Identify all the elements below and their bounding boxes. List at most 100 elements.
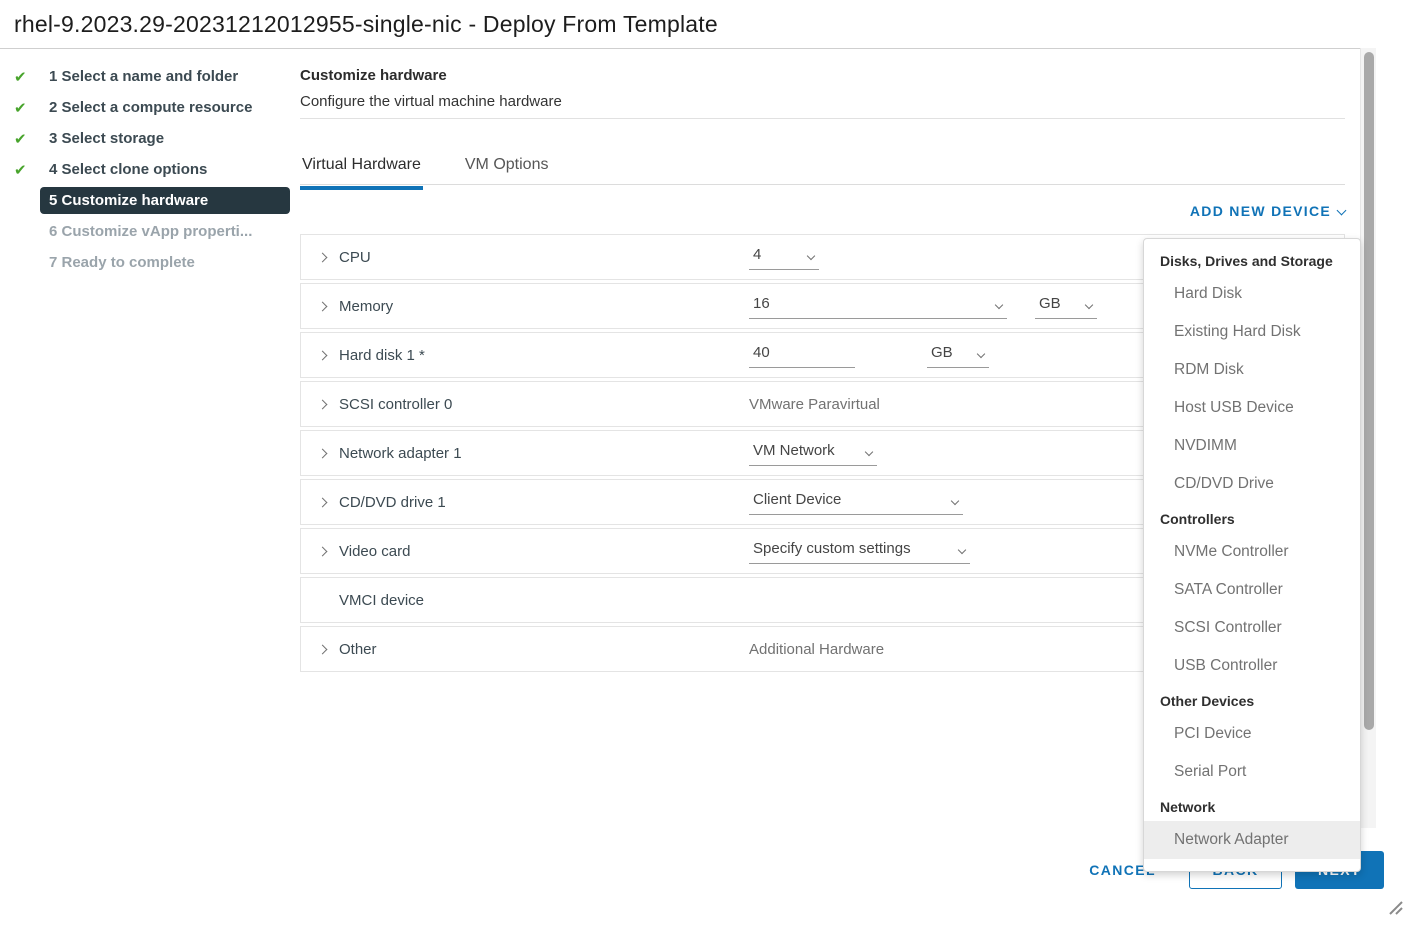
tabs-divider	[300, 184, 1345, 185]
menu-section-header: Disks, Drives and Storage	[1144, 245, 1360, 275]
control-value: VM Network	[753, 442, 835, 459]
chevron-right-icon	[318, 351, 328, 361]
wizard-steps: ✔ 1 Select a name and folder ✔ 2 Select …	[0, 62, 290, 279]
hardware-row-controls: VM Network	[749, 440, 877, 466]
expand-row-button[interactable]	[319, 297, 339, 315]
expand-row-button[interactable]	[319, 395, 339, 413]
menu-item-usb-controller[interactable]: USB Controller	[1144, 647, 1360, 685]
step-check-icon: ✔	[14, 99, 40, 117]
step-label: 7 Ready to complete	[40, 249, 290, 276]
menu-item-sata-controller[interactable]: SATA Controller	[1144, 571, 1360, 609]
menu-item-existing-hard-disk[interactable]: Existing Hard Disk	[1144, 313, 1360, 351]
menu-item-cd-dvd-drive[interactable]: CD/DVD Drive	[1144, 465, 1360, 503]
menu-item-pci-device[interactable]: PCI Device	[1144, 715, 1360, 753]
hardware-row-controls: 4	[749, 244, 819, 270]
sidebar-step-4[interactable]: ✔ 4 Select clone options	[0, 155, 290, 184]
value-select[interactable]: GB	[927, 342, 989, 368]
hardware-row-controls: Specify custom settings	[749, 538, 970, 564]
value-select[interactable]: Specify custom settings	[749, 538, 970, 564]
resize-handle-icon[interactable]	[1386, 898, 1404, 916]
sidebar-step-3[interactable]: ✔ 3 Select storage	[0, 124, 290, 153]
menu-section-header: Network	[1144, 791, 1360, 821]
step-label: 5 Customize hardware	[40, 187, 290, 214]
chevron-down-icon	[995, 301, 1003, 309]
control-value: 16	[753, 295, 770, 312]
menu-item-hard-disk[interactable]: Hard Disk	[1144, 275, 1360, 313]
control-value: Client Device	[753, 491, 841, 508]
hardware-row-value: VMware Paravirtual	[749, 396, 880, 413]
sidebar-step-1[interactable]: ✔ 1 Select a name and folder	[0, 62, 290, 91]
menu-item-rdm-disk[interactable]: RDM Disk	[1144, 351, 1360, 389]
chevron-down-icon	[951, 497, 959, 505]
control-value: 4	[753, 246, 761, 263]
add-device-dropdown-menu: Disks, Drives and StorageHard DiskExisti…	[1143, 238, 1361, 872]
chevron-right-icon	[318, 253, 328, 263]
chevron-down-icon	[1337, 206, 1347, 216]
expand-row-button[interactable]	[319, 493, 339, 511]
step-check-icon: ✔	[14, 68, 40, 86]
expand-row-button[interactable]	[319, 640, 339, 658]
hardware-row-label: Hard disk 1 *	[339, 347, 749, 364]
header-divider	[300, 118, 1345, 119]
chevron-down-icon	[865, 448, 873, 456]
chevron-right-icon	[318, 547, 328, 557]
control-value: 40	[753, 344, 770, 361]
value-select[interactable]: GB	[1035, 293, 1097, 319]
hardware-row-label: Memory	[339, 298, 749, 315]
chevron-right-icon	[318, 449, 328, 459]
scrollbar-thumb[interactable]	[1364, 52, 1374, 730]
menu-item-network-adapter[interactable]: Network Adapter	[1144, 821, 1360, 859]
wizard-title: rhel-9.2023.29-20231212012955-single-nic…	[14, 11, 718, 38]
chevron-down-icon	[977, 350, 985, 358]
hardware-row-label: Network adapter 1	[339, 445, 749, 462]
chevron-right-icon	[318, 302, 328, 312]
sidebar-step-6[interactable]: ✔ 6 Customize vApp properti...	[0, 217, 290, 246]
hardware-row-controls: 40 GB	[749, 342, 989, 368]
hardware-row-label: SCSI controller 0	[339, 396, 749, 413]
value-input[interactable]: 40	[749, 342, 855, 368]
hardware-row-controls: Client Device	[749, 489, 963, 515]
control-value: Specify custom settings	[753, 540, 911, 557]
menu-item-nvdimm[interactable]: NVDIMM	[1144, 427, 1360, 465]
step-label: 1 Select a name and folder	[40, 63, 290, 90]
sidebar-step-2[interactable]: ✔ 2 Select a compute resource	[0, 93, 290, 122]
value-select[interactable]: Client Device	[749, 489, 963, 515]
chevron-down-icon	[807, 252, 815, 260]
vertical-scrollbar[interactable]	[1360, 48, 1376, 828]
hardware-row-label: VMCI device	[339, 592, 749, 609]
hardware-row-label: Video card	[339, 543, 749, 560]
sidebar-step-5[interactable]: ✔ 5 Customize hardware	[0, 186, 290, 215]
expand-row-button[interactable]	[319, 346, 339, 364]
step-label: 3 Select storage	[40, 125, 290, 152]
control-value: GB	[931, 344, 953, 361]
menu-section-header: Other Devices	[1144, 685, 1360, 715]
hardware-row-label: Other	[339, 641, 749, 658]
value-select[interactable]: 16	[749, 293, 1007, 319]
sidebar-step-7[interactable]: ✔ 7 Ready to complete	[0, 248, 290, 277]
control-value: GB	[1039, 295, 1061, 312]
expand-row-button[interactable]	[319, 542, 339, 560]
step-label: 6 Customize vApp properti...	[40, 218, 290, 245]
title-divider	[0, 48, 1376, 49]
expand-row-button[interactable]	[319, 444, 339, 462]
menu-item-serial-port[interactable]: Serial Port	[1144, 753, 1360, 791]
chevron-right-icon	[318, 498, 328, 508]
expand-row-button[interactable]	[319, 248, 339, 266]
value-select[interactable]: 4	[749, 244, 819, 270]
value-select[interactable]: VM Network	[749, 440, 877, 466]
hardware-row-value: Additional Hardware	[749, 641, 884, 658]
add-new-device-button[interactable]: ADD NEW DEVICE	[1190, 203, 1345, 219]
step-check-icon: ✔	[14, 161, 40, 179]
menu-item-nvme-controller[interactable]: NVMe Controller	[1144, 533, 1360, 571]
chevron-right-icon	[318, 400, 328, 410]
hardware-row-controls: VMware Paravirtual	[749, 396, 880, 413]
menu-item-scsi-controller[interactable]: SCSI Controller	[1144, 609, 1360, 647]
add-new-device-label: ADD NEW DEVICE	[1190, 203, 1331, 219]
hardware-row-controls: 16 GB	[749, 293, 1097, 319]
page-subtitle: Configure the virtual machine hardware	[300, 93, 562, 110]
hardware-row-controls: Additional Hardware	[749, 641, 884, 658]
hardware-row-label: CD/DVD drive 1	[339, 494, 749, 511]
menu-item-host-usb-device[interactable]: Host USB Device	[1144, 389, 1360, 427]
chevron-right-icon	[318, 645, 328, 655]
page-title: Customize hardware	[300, 67, 447, 84]
